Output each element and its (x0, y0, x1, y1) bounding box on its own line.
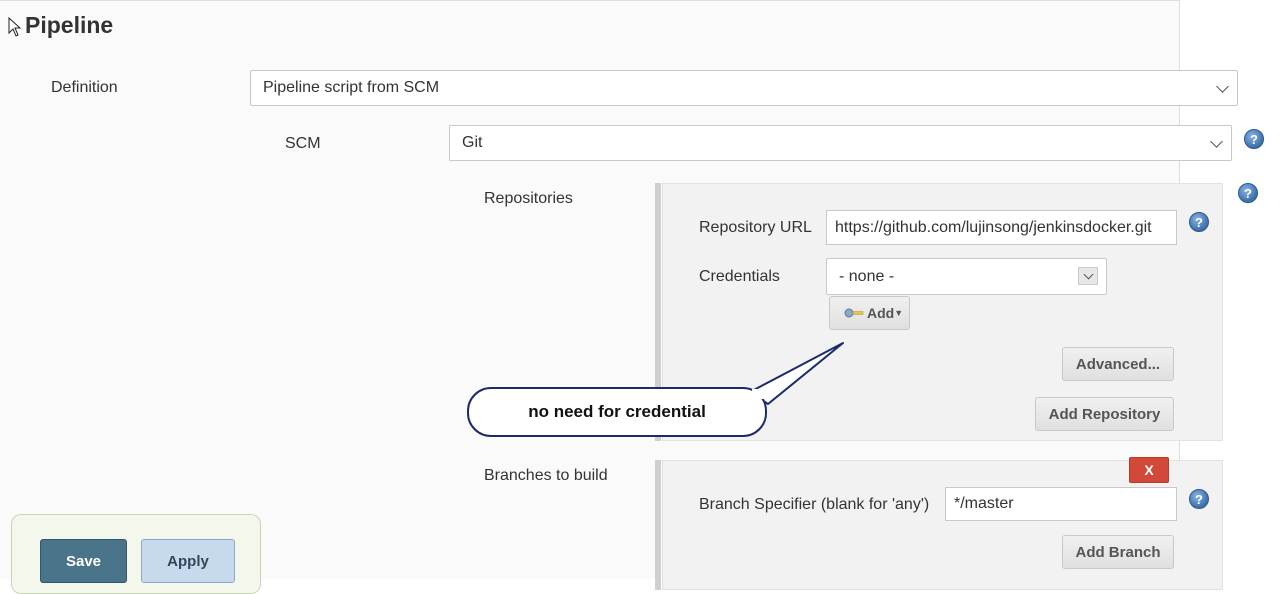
branch-specifier-help-icon[interactable]: ? (1189, 489, 1209, 509)
definition-select[interactable]: Pipeline script from SCM (250, 70, 1238, 106)
delete-branch-button[interactable]: X (1129, 457, 1169, 483)
section-title: Pipeline (25, 12, 114, 38)
apply-button[interactable]: Apply (141, 539, 235, 583)
dropdown-button[interactable] (1078, 267, 1098, 285)
credentials-select[interactable]: - none - (826, 258, 1107, 295)
add-credentials-label: Add (867, 305, 895, 321)
repository-url-label: Repository URL (699, 219, 812, 236)
callout-text: no need for credential (528, 402, 706, 421)
branch-specifier-input[interactable]: */master (945, 487, 1177, 521)
branches-panel-bar (655, 460, 661, 590)
advanced-button[interactable]: Advanced... (1062, 347, 1174, 381)
branch-specifier-label: Branch Specifier (blank for 'any') (699, 496, 930, 513)
definition-label: Definition (51, 79, 118, 96)
branch-specifier-value: */master (954, 495, 1014, 512)
repositories-help-icon[interactable]: ? (1238, 183, 1258, 203)
chevron-down-icon (1216, 80, 1229, 93)
repository-url-help-icon[interactable]: ? (1189, 212, 1209, 232)
caret-down-icon: ▼ (894, 308, 904, 318)
credentials-value: - none - (839, 267, 895, 285)
definition-value: Pipeline script from SCM (263, 79, 440, 96)
callout-joint (752, 389, 766, 399)
add-branch-button[interactable]: Add Branch (1062, 535, 1174, 569)
repositories-label: Repositories (484, 190, 573, 207)
add-credentials-button[interactable]: Add ▼ (829, 296, 910, 330)
branches-label: Branches to build (484, 467, 608, 484)
repository-url-value: https://github.com/lujinsong/jenkinsdock… (835, 218, 1152, 236)
add-repository-button[interactable]: Add Repository (1035, 397, 1174, 431)
mouse-cursor-icon (8, 17, 22, 37)
scm-select[interactable]: Git (449, 125, 1232, 161)
credentials-label: Credentials (699, 268, 780, 285)
scm-label: SCM (285, 135, 321, 152)
annotation-callout: no need for credential (467, 387, 767, 437)
repository-url-input[interactable]: https://github.com/lujinsong/jenkinsdock… (826, 210, 1177, 245)
save-button[interactable]: Save (40, 539, 127, 583)
chevron-down-icon (1083, 269, 1094, 280)
scm-help-icon[interactable]: ? (1244, 129, 1264, 149)
scm-value: Git (462, 134, 483, 151)
chevron-down-icon (1210, 135, 1223, 148)
key-icon (844, 308, 864, 318)
